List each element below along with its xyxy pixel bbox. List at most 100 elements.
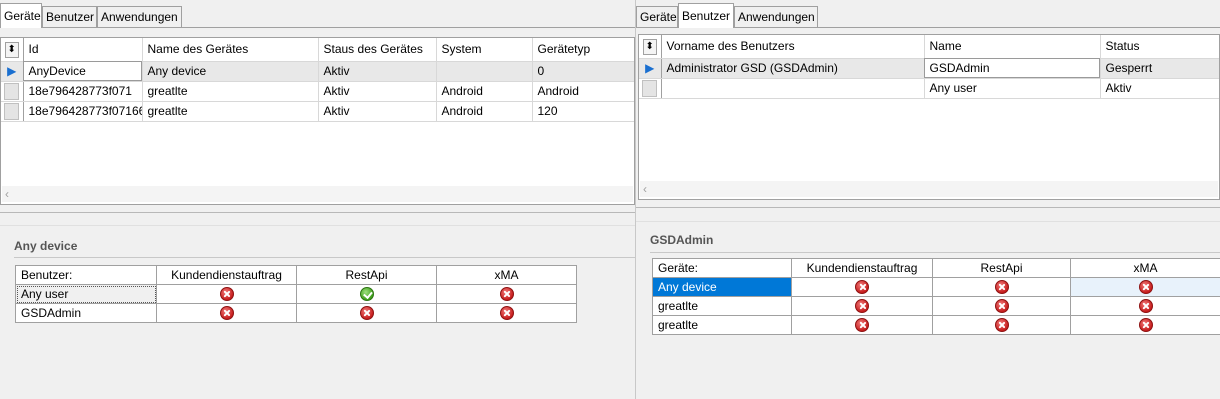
row-header[interactable] xyxy=(1,101,24,122)
sort-arrows-icon[interactable]: ⬍ xyxy=(1,38,24,62)
sort-arrows-icon[interactable]: ⬍ xyxy=(639,35,662,59)
cell-status[interactable]: Aktiv xyxy=(318,81,437,102)
column-header-name[interactable]: Name des Gerätes xyxy=(142,38,319,62)
permission-cell[interactable] xyxy=(296,284,437,304)
permission-cell[interactable] xyxy=(1070,315,1220,335)
tab-anwendungen[interactable]: Anwendungen xyxy=(734,6,818,27)
permission-cell[interactable] xyxy=(932,296,1071,316)
cell-name[interactable]: GSDAdmin xyxy=(924,58,1101,79)
cell-name[interactable]: greatlte xyxy=(142,81,319,102)
column-header-status[interactable]: Status xyxy=(1100,35,1219,59)
permission-cell[interactable] xyxy=(1070,296,1220,316)
tab-benutzer[interactable]: Benutzer xyxy=(42,6,97,27)
permission-row-label[interactable]: GSDAdmin xyxy=(15,303,157,323)
permission-cell[interactable] xyxy=(932,315,1071,335)
horizontal-scrollbar[interactable]: ‹ xyxy=(2,186,633,202)
deny-icon xyxy=(359,306,374,321)
deny-icon xyxy=(219,306,234,321)
permissions-header-label: Benutzer: xyxy=(15,265,157,285)
deny-icon xyxy=(994,318,1009,333)
cell-name[interactable]: Any device xyxy=(142,61,319,82)
splitter[interactable] xyxy=(0,212,635,213)
permission-row-label[interactable]: greatlte xyxy=(652,296,792,316)
chevron-left-icon[interactable]: ‹ xyxy=(643,182,647,196)
deny-icon xyxy=(1138,299,1153,314)
permission-cell[interactable] xyxy=(791,277,933,297)
cell-id[interactable]: AnyDevice xyxy=(23,61,143,82)
column-header-id[interactable]: Id xyxy=(23,38,143,62)
permission-row-label[interactable]: Any device xyxy=(652,277,792,297)
cell-name[interactable]: Any user xyxy=(924,78,1101,99)
users-grid[interactable]: ⬍ Vorname des Benutzers Name Status ▶ Ad… xyxy=(638,34,1220,200)
cell-id[interactable]: 18e796428773f0716660 xyxy=(23,101,143,122)
permission-cell[interactable] xyxy=(156,284,297,304)
cell-system[interactable]: Android xyxy=(436,101,533,122)
permission-row[interactable]: Any device xyxy=(652,277,1220,297)
permission-row[interactable]: greatlte xyxy=(652,296,1220,316)
cell-id[interactable]: 18e796428773f071 xyxy=(23,81,143,102)
table-row[interactable]: Any user Aktiv xyxy=(639,78,1219,99)
deny-icon xyxy=(1138,280,1153,295)
column-header-firstname[interactable]: Vorname des Benutzers xyxy=(661,35,925,59)
permission-cell[interactable] xyxy=(436,284,577,304)
cell-type[interactable]: 0 xyxy=(532,61,634,82)
table-row[interactable]: 18e796428773f0716660 greatlte Aktiv Andr… xyxy=(1,101,634,122)
permission-cell[interactable] xyxy=(1070,277,1220,297)
cell-type[interactable]: 120 xyxy=(532,101,634,122)
splitter-line xyxy=(636,221,1220,222)
column-header-system[interactable]: System xyxy=(436,38,533,62)
permission-cell[interactable] xyxy=(932,277,1071,297)
cell-firstname[interactable]: Administrator GSD (GSDAdmin) xyxy=(661,58,925,79)
deny-icon xyxy=(855,318,869,333)
cell-firstname[interactable] xyxy=(661,78,925,99)
detail-title-underline xyxy=(650,252,1220,253)
table-row[interactable]: ▶ AnyDevice Any device Aktiv 0 xyxy=(1,61,634,82)
tab-strip-line xyxy=(0,27,635,28)
deny-icon xyxy=(499,287,514,302)
permissions-header-xma: xMA xyxy=(1070,258,1220,278)
column-header-type[interactable]: Gerätetyp xyxy=(532,38,634,62)
permissions-header-restapi: RestApi xyxy=(296,265,437,285)
cell-status[interactable]: Aktiv xyxy=(318,101,437,122)
permission-cell[interactable] xyxy=(436,303,577,323)
table-row[interactable]: ▶ Administrator GSD (GSDAdmin) GSDAdmin … xyxy=(639,58,1219,79)
permissions-header-xma: xMA xyxy=(436,265,577,285)
permissions-header-label: Geräte: xyxy=(652,258,792,278)
tab-anwendungen[interactable]: Anwendungen xyxy=(97,6,182,27)
deny-icon xyxy=(855,280,869,295)
cell-system[interactable]: Android xyxy=(436,81,533,102)
cell-type[interactable]: Android xyxy=(532,81,634,102)
permission-cell[interactable] xyxy=(156,303,297,323)
horizontal-scrollbar[interactable]: ‹ xyxy=(640,181,1218,197)
tab-geraete[interactable]: Geräte xyxy=(636,6,678,27)
permission-cell[interactable] xyxy=(791,315,933,335)
permission-row[interactable]: greatlte xyxy=(652,315,1220,335)
permission-cell[interactable] xyxy=(296,303,437,323)
splitter[interactable] xyxy=(636,207,1220,208)
permission-row-label[interactable]: greatlte xyxy=(652,315,792,335)
table-row[interactable]: 18e796428773f071 greatlte Aktiv Android … xyxy=(1,81,634,102)
permission-row[interactable]: Any user xyxy=(15,284,577,304)
cell-system[interactable] xyxy=(436,61,533,82)
tab-strip: Geräte Benutzer Anwendungen xyxy=(636,2,1220,28)
column-header-name[interactable]: Name xyxy=(924,35,1101,59)
row-pointer-icon[interactable]: ▶ xyxy=(639,58,662,79)
column-header-status[interactable]: Staus des Gerätes xyxy=(318,38,437,62)
cell-status[interactable]: Aktiv xyxy=(318,61,437,82)
chevron-left-icon[interactable]: ‹ xyxy=(5,187,9,201)
permission-row-label[interactable]: Any user xyxy=(15,284,157,304)
row-header[interactable] xyxy=(639,78,662,99)
permission-row[interactable]: GSDAdmin xyxy=(15,303,577,323)
devices-grid[interactable]: ⬍ Id Name des Gerätes Staus des Gerätes … xyxy=(0,37,635,205)
tab-benutzer[interactable]: Benutzer xyxy=(678,3,734,28)
permissions-header-kundendienstauftrag: Kundendienstauftrag xyxy=(791,258,933,278)
deny-icon xyxy=(994,280,1009,295)
tab-geraete[interactable]: Geräte xyxy=(0,3,42,28)
deny-icon xyxy=(994,299,1009,314)
cell-status[interactable]: Gesperrt xyxy=(1100,58,1219,79)
row-header[interactable] xyxy=(1,81,24,102)
permission-cell[interactable] xyxy=(791,296,933,316)
row-pointer-icon[interactable]: ▶ xyxy=(1,61,24,82)
cell-status[interactable]: Aktiv xyxy=(1100,78,1219,99)
cell-name[interactable]: greatlte xyxy=(142,101,319,122)
